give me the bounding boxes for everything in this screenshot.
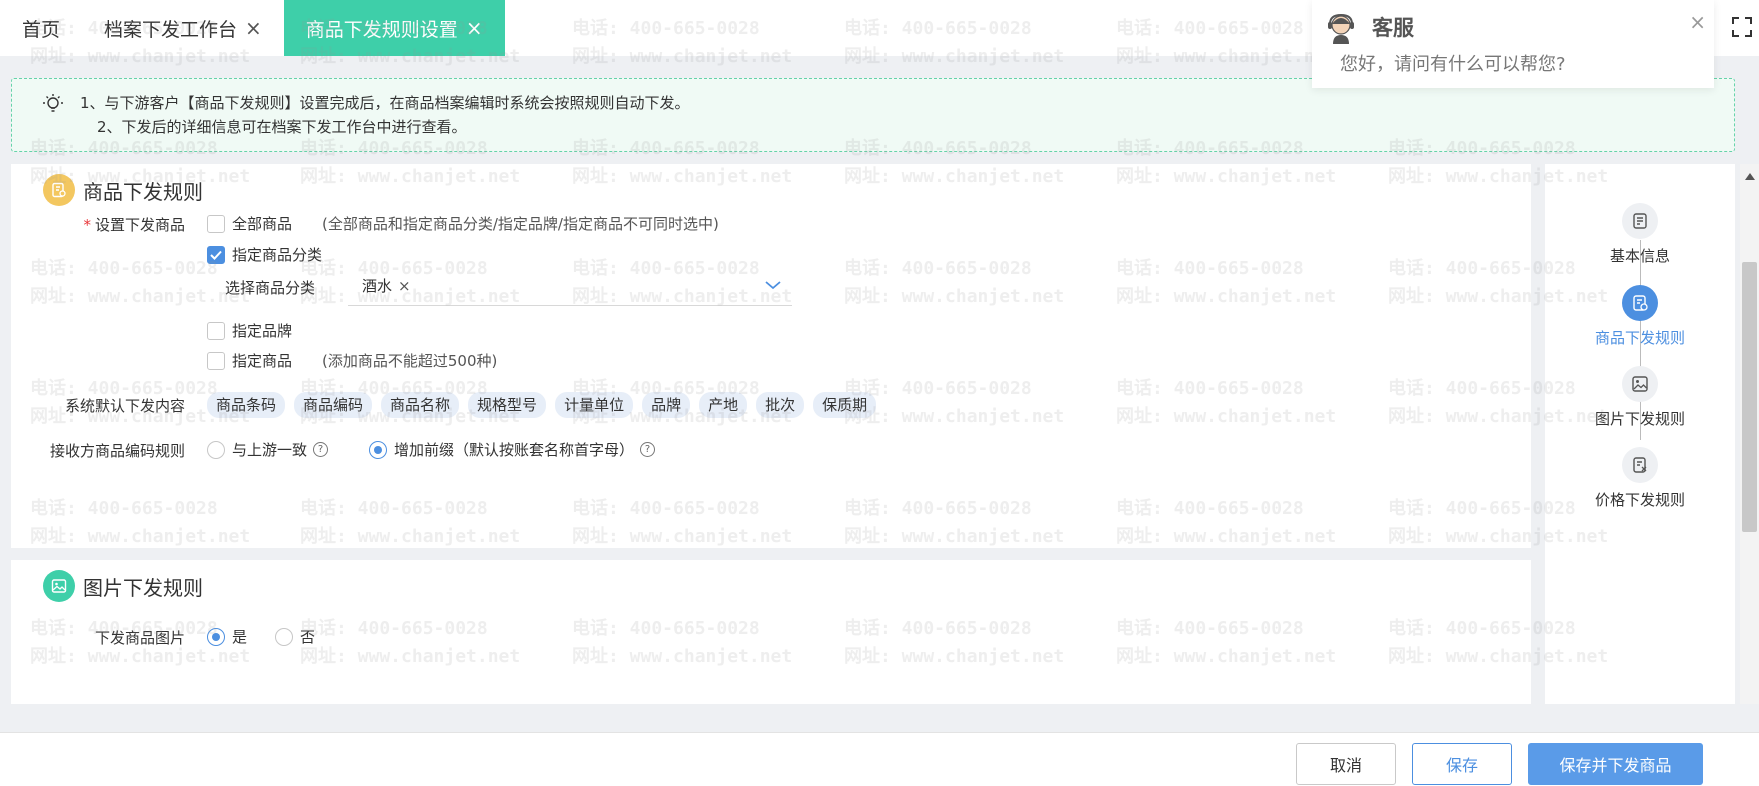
tab-label: 档案下发工作台: [104, 18, 238, 41]
scrollbar-thumb[interactable]: [1742, 262, 1757, 532]
save-and-send-button[interactable]: 保存并下发商品: [1528, 743, 1703, 785]
checkbox-label: 指定商品分类: [232, 246, 323, 264]
close-icon[interactable]: ×: [398, 277, 411, 295]
anchor-label: 基本信息: [1609, 247, 1670, 265]
required-mark: *: [83, 216, 91, 234]
cancel-button[interactable]: 取消: [1296, 743, 1396, 785]
support-agent-icon: [1328, 13, 1354, 44]
tab-goods-rule-settings[interactable]: 商品下发规则设置 ×: [283, 0, 505, 56]
scroll-up-arrow-icon[interactable]: [1745, 172, 1755, 180]
radio-label: 增加前缀（默认按账套名称首字母）: [394, 441, 635, 459]
category-tag: 酒水 ×: [362, 275, 411, 296]
checkbox-box[interactable]: [207, 351, 225, 370]
checkbox-label: 指定品牌: [232, 322, 293, 340]
radio-dot[interactable]: [275, 627, 293, 646]
category-tag-label: 酒水: [362, 277, 393, 295]
anchor-label: 图片下发规则: [1594, 410, 1685, 428]
image-no-radio[interactable]: 否: [275, 626, 315, 647]
help-icon[interactable]: ?: [313, 442, 329, 457]
content-chip: 产地: [699, 392, 748, 418]
cs-message: 您好，请问有什么可以帮您?: [1340, 54, 1566, 75]
category-select[interactable]: 酒水 ×: [348, 266, 792, 306]
checkbox-label: 全部商品: [232, 215, 293, 233]
anchor-label: 商品下发规则: [1594, 329, 1685, 347]
anchor-image-rule[interactable]: 图片下发规则: [1545, 366, 1735, 429]
checkbox-box[interactable]: [207, 245, 225, 264]
tab-home[interactable]: 首页: [0, 0, 82, 56]
section-title-text: 图片下发规则: [83, 575, 203, 600]
content-chip: 商品条码: [207, 392, 286, 418]
content-chip: 计量单位: [555, 392, 634, 418]
content-chip: 规格型号: [468, 392, 547, 418]
radio-dot[interactable]: [207, 627, 225, 646]
cs-title: 客服: [1372, 16, 1414, 40]
action-footer: 取消 保存 保存并下发商品: [0, 732, 1759, 786]
brand-checkbox[interactable]: 指定品牌: [207, 320, 292, 341]
set-goods-label: * 设置下发商品: [83, 216, 185, 234]
anchor-basic-info[interactable]: 基本信息: [1545, 203, 1735, 266]
doc-icon: [1622, 203, 1658, 239]
checkbox-label: 指定商品: [232, 352, 293, 370]
rule-icon: [43, 174, 75, 206]
tab-archive-workbench[interactable]: 档案下发工作台 ×: [82, 0, 284, 56]
image-rule-section: 图片下发规则 下发商品图片 是 否: [11, 560, 1531, 704]
code-rule-prefix-radio[interactable]: 增加前缀（默认按账套名称首字母） ?: [369, 439, 656, 460]
code-rule-same-radio[interactable]: 与上游一致 ?: [207, 439, 329, 460]
price-icon: [1622, 447, 1658, 483]
tab-label: 商品下发规则设置: [305, 18, 458, 41]
customer-service-popup[interactable]: 客服 您好，请问有什么可以帮您? ×: [1312, 0, 1714, 88]
anchor-goods-rule[interactable]: 商品下发规则: [1545, 285, 1735, 348]
content-chip: 保质期: [813, 392, 877, 418]
default-content-chips: 商品条码 商品编码 商品名称 规格型号 计量单位 品牌 产地 批次 保质期: [207, 392, 885, 418]
code-rule-label: 接收方商品编码规则: [49, 442, 185, 460]
category-select-label: 选择商品分类: [224, 279, 315, 297]
chevron-down-icon[interactable]: [764, 278, 782, 292]
radio-dot[interactable]: [207, 440, 225, 459]
section-title-goods: 商品下发规则: [43, 174, 203, 206]
default-content-label: 系统默认下发内容: [64, 397, 185, 415]
section-title-text: 商品下发规则: [83, 179, 203, 204]
section-title-image: 图片下发规则: [43, 570, 203, 602]
all-goods-hint: (全部商品和指定商品分类/指定品牌/指定商品不可同时选中): [322, 215, 719, 233]
content-chip: 品牌: [642, 392, 691, 418]
category-checkbox[interactable]: 指定商品分类: [207, 244, 322, 265]
goods-checkbox[interactable]: 指定商品 (添加商品不能超过500种): [207, 350, 497, 371]
image-send-label: 下发商品图片: [94, 629, 185, 647]
close-icon[interactable]: ×: [1689, 10, 1706, 34]
content-chip: 商品名称: [381, 392, 460, 418]
radio-dot[interactable]: [369, 440, 387, 459]
content-chip: 商品编码: [294, 392, 373, 418]
radio-label: 否: [300, 628, 316, 646]
notice-line-1: 1、与下游客户【商品下发规则】设置完成后，在商品档案编辑时系统会按照规则自动下发…: [80, 94, 690, 112]
close-icon[interactable]: ×: [245, 16, 262, 40]
radio-label: 是: [232, 628, 248, 646]
image-icon: [1622, 366, 1658, 402]
all-goods-checkbox[interactable]: 全部商品 (全部商品和指定商品分类/指定品牌/指定商品不可同时选中): [207, 213, 719, 234]
fullscreen-icon[interactable]: [1731, 16, 1753, 38]
anchor-label: 价格下发规则: [1594, 491, 1685, 509]
rule-icon: [1622, 285, 1658, 321]
checkbox-box[interactable]: [207, 321, 225, 340]
image-yes-radio[interactable]: 是: [207, 626, 247, 647]
image-icon: [43, 570, 75, 602]
save-button[interactable]: 保存: [1412, 743, 1512, 785]
goods-hint: (添加商品不能超过500种): [322, 352, 498, 370]
checkbox-box[interactable]: [207, 214, 225, 233]
anchor-price-rule[interactable]: 价格下发规则: [1545, 447, 1735, 510]
radio-label: 与上游一致: [232, 441, 308, 459]
close-icon[interactable]: ×: [466, 16, 483, 40]
tab-label: 首页: [22, 18, 61, 41]
goods-rule-section: 商品下发规则 * 设置下发商品 全部商品 (全部商品和指定商品分类/指定品牌/指定…: [11, 164, 1531, 548]
check-icon: [210, 250, 222, 260]
notice-line-2: 2、下发后的详细信息可在档案下发工作台中进行查看。: [97, 118, 467, 136]
lightbulb-icon: [43, 94, 63, 112]
help-icon[interactable]: ?: [640, 442, 656, 457]
notice-banner: 1、与下游客户【商品下发规则】设置完成后，在商品档案编辑时系统会按照规则自动下发…: [11, 78, 1735, 152]
content-chip: 批次: [756, 392, 805, 418]
